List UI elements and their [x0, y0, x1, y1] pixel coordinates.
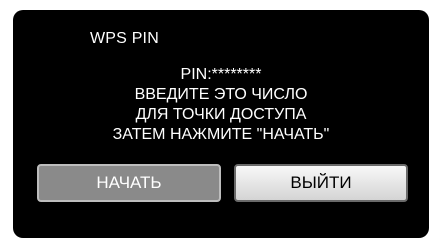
- instruction-line-2: ДЛЯ ТОЧКИ ДОСТУПА: [135, 106, 307, 123]
- exit-button[interactable]: ВЫЙТИ: [234, 164, 408, 202]
- exit-button-label: ВЫЙТИ: [290, 173, 352, 192]
- pin-message: PIN:******** ВВЕДИТЕ ЭТО ЧИСЛО ДЛЯ ТОЧКИ…: [13, 65, 429, 145]
- instruction-line-3: ЗАТЕМ НАЖМИТЕ "НАЧАТЬ": [112, 126, 330, 143]
- instruction-line-1: ВВЕДИТЕ ЭТО ЧИСЛО: [134, 86, 308, 103]
- wps-pin-screen: WPS PIN PIN:******** ВВЕДИТЕ ЭТО ЧИСЛО Д…: [13, 10, 429, 238]
- pin-value: PIN:********: [180, 66, 262, 83]
- start-button[interactable]: НАЧАТЬ: [37, 164, 221, 202]
- start-button-label: НАЧАТЬ: [96, 173, 162, 192]
- screen-title: WPS PIN: [90, 30, 159, 47]
